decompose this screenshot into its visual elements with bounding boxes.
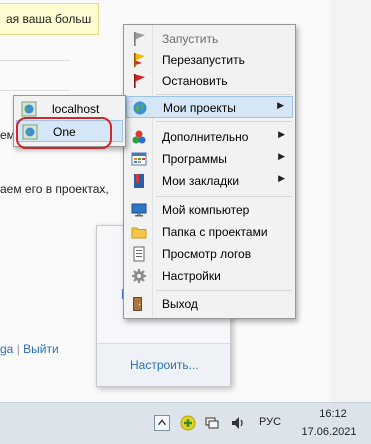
menu-item-label: Мой компьютер [162,203,250,217]
menu-item-additional[interactable]: Дополнительно ▶ [126,126,293,148]
tray-app-plus-icon[interactable] [180,415,196,431]
gear-icon [132,269,146,283]
submenu-arrow-icon: ▶ [277,100,284,110]
menu-item-label: Дополнительно [162,130,249,144]
context-menu: Запустить Перезапустить Остановить Мои п… [123,24,296,319]
menu-item-my-computer[interactable]: Мой компьютер [126,199,293,221]
page-text-line: аем его в проектах, [0,182,109,196]
submenu-item-label: localhost [52,102,100,116]
divider [0,90,70,91]
menu-item-label: Настройки [162,269,221,283]
menu-item-start[interactable]: Запустить [126,28,293,50]
menu-item-label: Остановить [162,74,228,88]
menu-separator [156,121,292,122]
log-document-icon [133,246,145,262]
page-link[interactable]: ga [0,342,13,356]
menu-separator [156,196,292,197]
menu-separator [156,290,292,291]
notice-banner: ая ваша больш [0,3,99,35]
menu-item-label: Просмотр логов [162,247,252,261]
menu-item-settings[interactable]: Настройки [126,265,293,287]
network-icon[interactable] [204,415,220,431]
customize-link[interactable]: Настроить... [130,358,199,372]
menu-item-label: Мои проекты [163,101,236,115]
menu-item-label: Перезапустить [162,53,245,67]
menu-item-label: Запустить [162,32,219,46]
computer-icon [131,203,147,217]
customize-area: Настроить... [97,343,230,386]
clock-date[interactable]: 17.06.2021 [298,426,360,438]
menu-item-label: Выход [162,297,198,311]
bookmark-book-icon [134,174,144,188]
globe-icon [133,101,147,115]
menu-item-programs[interactable]: Программы ▶ [126,148,293,170]
logout-link[interactable]: Выйти [23,342,59,356]
submenu-arrow-icon: ▶ [278,151,285,161]
submenu-arrow-icon: ▶ [278,129,285,139]
input-language-indicator[interactable]: РУС [259,416,281,428]
clock-time[interactable]: 16:12 [306,408,360,420]
annotation-highlight-ring [16,117,112,149]
menu-item-label: Папка с проектами [162,225,268,239]
exit-icon [133,297,142,311]
link-separator: | [16,342,20,356]
flag-red-icon [134,74,145,88]
menu-separator [156,94,292,95]
submenu-arrow-icon: ▶ [278,173,285,183]
page-links: ga | Выйти [0,342,59,356]
volume-icon[interactable] [230,415,246,431]
flag-yellow-icon [134,53,145,67]
shapes-icon [132,130,146,144]
show-hidden-icons-chevron-icon[interactable] [154,415,170,431]
menu-item-view-logs[interactable]: Просмотр логов [126,243,293,265]
menu-item-exit[interactable]: Выход [126,293,293,315]
menu-item-label: Мои закладки [162,174,240,188]
page-right-panel [330,0,371,402]
menu-item-bookmarks[interactable]: Мои закладки ▶ [126,170,293,192]
taskbar: РУС 16:12 17.06.2021 [0,402,371,444]
grid-window-icon [131,152,147,166]
site-globe-icon [21,101,37,117]
menu-item-my-projects[interactable]: Мои проекты ▶ [126,96,293,118]
menu-item-restart[interactable]: Перезапустить [126,49,293,71]
divider [0,60,70,61]
folder-icon [131,227,147,239]
menu-item-stop[interactable]: Остановить [126,70,293,92]
menu-item-projects-folder[interactable]: Папка с проектами [126,221,293,243]
menu-item-label: Программы [162,152,227,166]
flag-gray-icon [134,32,145,46]
